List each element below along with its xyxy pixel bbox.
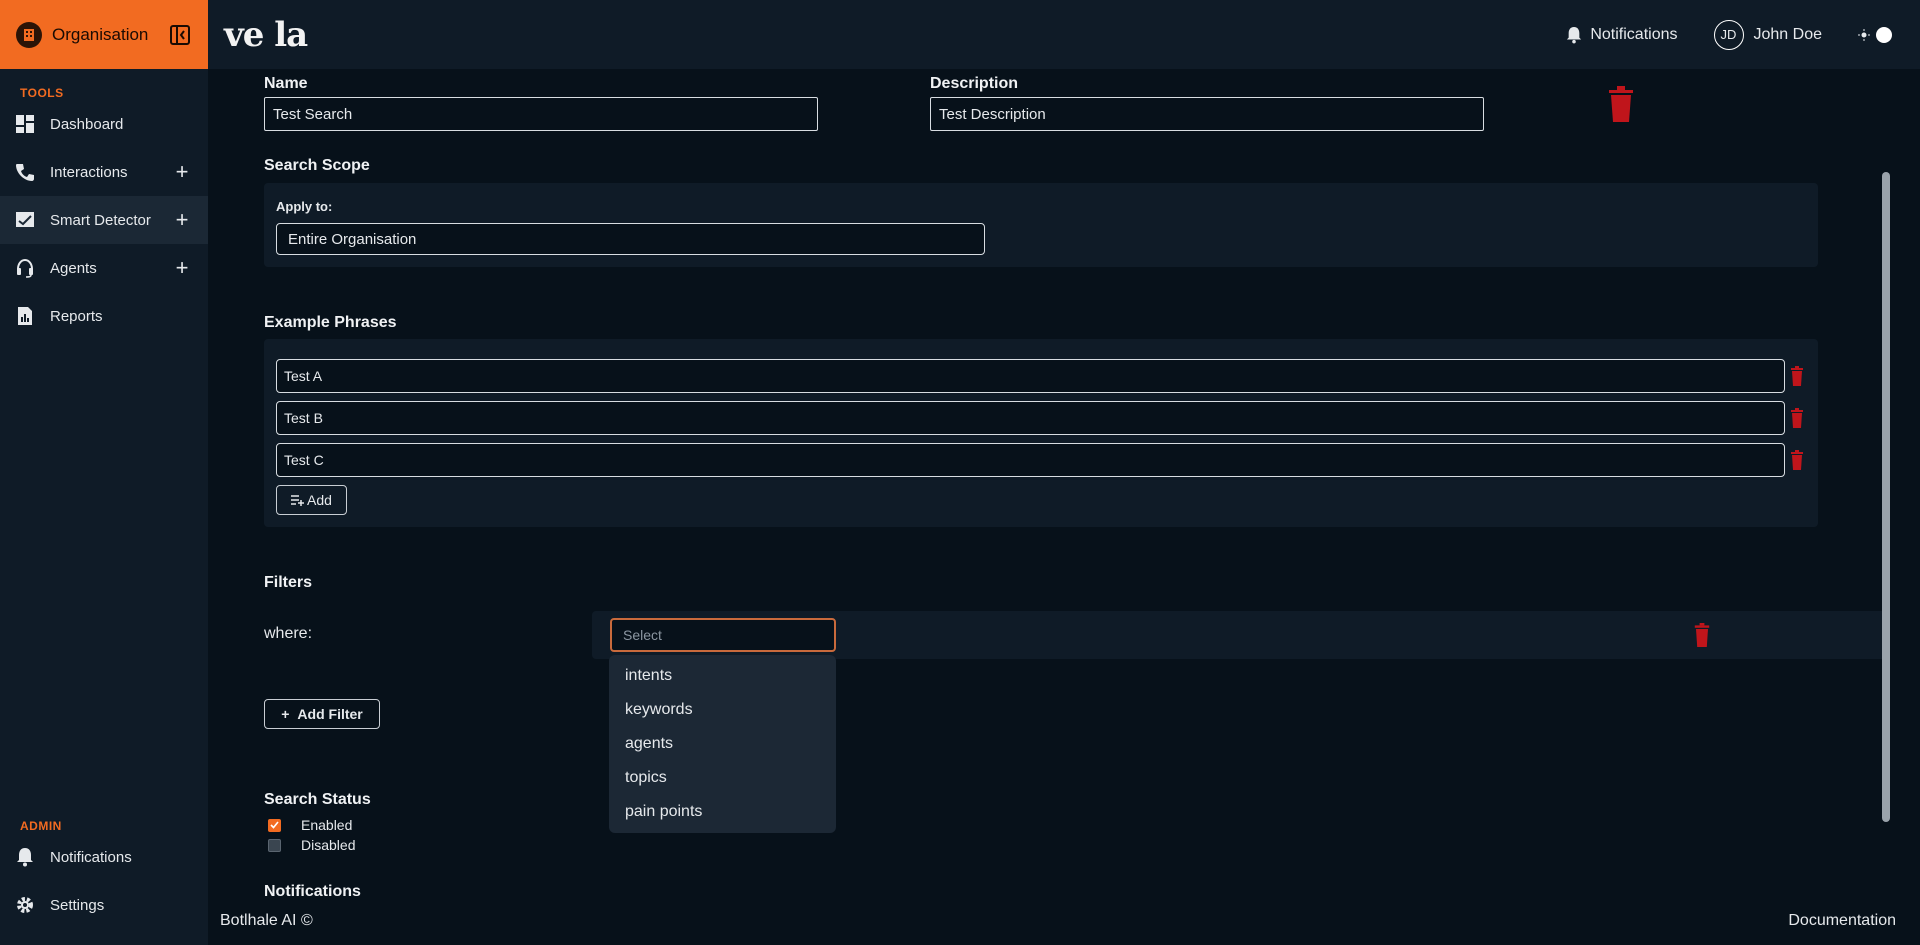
notifications-label: Notifications [1590,25,1678,43]
sidebar-item-reports[interactable]: Reports [0,292,208,340]
user-menu[interactable]: JD John Doe [1713,19,1823,50]
sidebar-item-label: Settings [50,896,105,914]
dashboard-icon [14,113,36,135]
delete-filter-icon[interactable] [1691,621,1713,649]
search-scope-title: Search Scope [264,157,370,174]
example-phrases-title: Example Phrases [264,314,397,331]
chart-check-icon [14,209,36,231]
playlist-add-icon [291,495,305,506]
enabled-label: Enabled [301,817,353,833]
check-icon [270,821,279,829]
status-disabled-option[interactable]: Disabled [268,837,355,853]
main-scrollbar[interactable] [1882,72,1890,892]
notifications-section-title: Notifications [264,883,361,900]
report-icon [14,305,36,327]
sidebar-item-label: Dashboard [50,115,124,133]
footer-copyright: Botlhale AI © [220,912,313,929]
search-status-title: Search Status [264,791,371,808]
org-name: Organisation [52,24,149,44]
where-label: where: [264,625,313,642]
plus-icon: + [281,706,290,722]
headset-icon [14,257,36,279]
expand-plus-icon[interactable]: + [170,207,194,233]
dropdown-option-pain-points[interactable]: pain points [609,795,836,829]
example-phrases-panel: Test A Test B Test C Add [264,339,1818,527]
add-phrase-button[interactable]: Add [276,485,347,515]
bell-icon [14,846,36,868]
app-logo: ve la [224,14,308,55]
phrase-input[interactable]: Test B [276,401,1785,435]
tools-section-label: TOOLS [20,86,64,100]
sidebar-item-dashboard[interactable]: Dashboard [0,100,208,148]
enabled-checkbox[interactable] [268,818,281,832]
toggle-knob [1876,26,1892,43]
name-input[interactable]: Test Search [264,97,818,131]
dropdown-option-topics[interactable]: topics [609,761,836,795]
admin-section-label: ADMIN [20,819,62,833]
delete-phrase-icon[interactable] [1788,365,1806,387]
sidebar-item-label: Reports [50,307,103,325]
status-enabled-option[interactable]: Enabled [268,817,352,833]
phone-icon [14,161,36,183]
add-filter-label: Add Filter [297,706,363,722]
add-phrase-label: Add [307,492,332,508]
sidebar-item-agents[interactable]: Agents + [0,244,208,292]
name-label: Name [264,75,308,92]
delete-phrase-icon[interactable] [1788,407,1806,429]
phrase-input[interactable]: Test C [276,443,1785,477]
filters-title: Filters [264,574,313,591]
description-label: Description [930,75,1019,92]
building-icon [16,21,42,48]
documentation-link[interactable]: Documentation [1788,912,1896,930]
expand-plus-icon[interactable]: + [170,255,194,281]
gear-icon [14,894,36,916]
apply-to-label: Apply to: [276,199,333,214]
dropdown-option-agents[interactable]: agents [609,727,836,761]
add-filter-button[interactable]: + Add Filter [264,699,380,729]
dropdown-option-keywords[interactable]: keywords [609,693,836,727]
top-bar: ve la Notifications JD John Doe [208,0,1920,69]
filter-field-select[interactable]: Select [610,618,836,652]
bell-icon [1567,26,1582,43]
dropdown-option-intents[interactable]: intents [609,659,836,693]
collapse-sidebar-icon[interactable] [168,23,192,47]
sidebar-item-label: Interactions [50,163,128,181]
sidebar-item-settings[interactable]: Settings [0,881,208,929]
sidebar: Organisation TOOLS Dashboard Interaction… [0,0,208,945]
logo-text: ve la [224,14,308,55]
delete-search-icon[interactable] [1604,85,1638,123]
sidebar-item-smart-detector[interactable]: Smart Detector + [0,196,208,244]
notifications-button[interactable]: Notifications [1566,25,1678,44]
sidebar-item-label: Smart Detector [50,211,151,229]
avatar: JD [1713,19,1744,50]
scrollbar-thumb[interactable] [1882,172,1890,822]
org-switcher[interactable]: Organisation [0,0,208,69]
expand-plus-icon[interactable]: + [170,159,194,185]
phrase-input[interactable]: Test A [276,359,1785,393]
main-content: Name Test Search Description Test Descri… [208,69,1890,900]
sun-icon [1858,28,1870,41]
search-scope-panel: Apply to: Entire Organisation [264,183,1818,267]
sidebar-item-label: Notifications [50,848,132,866]
user-name: John Doe [1753,25,1823,43]
apply-to-select[interactable]: Entire Organisation [276,223,985,255]
filter-options-dropdown: intents keywords agents topics pain poin… [609,655,836,833]
theme-toggle[interactable] [1858,26,1892,43]
sidebar-item-interactions[interactable]: Interactions + [0,148,208,196]
sidebar-item-label: Agents [50,259,97,277]
sidebar-item-notifications[interactable]: Notifications [0,833,208,881]
description-input[interactable]: Test Description [930,97,1484,131]
delete-phrase-icon[interactable] [1788,449,1806,471]
disabled-label: Disabled [301,837,356,853]
disabled-checkbox[interactable] [268,838,281,852]
